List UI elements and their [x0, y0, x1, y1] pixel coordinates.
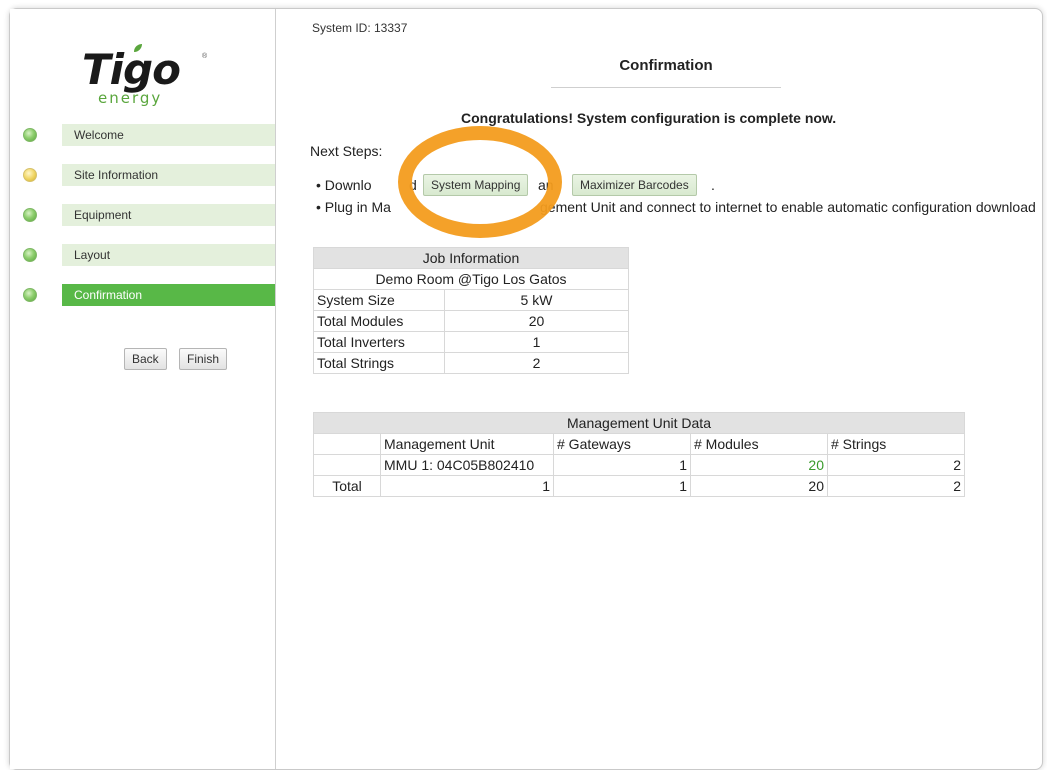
table-cell: 1: [380, 475, 554, 497]
page-title: Confirmation: [619, 57, 713, 74]
table-row: Total Modules 20: [313, 310, 629, 332]
mgmt-header: Management Unit Data: [313, 412, 965, 434]
job-info-table: Job Information Demo Room @Tigo Los Gato…: [313, 247, 629, 374]
status-dot-icon: [23, 208, 37, 222]
table-header-row: Management Unit # Gateways # Modules # S…: [313, 433, 965, 455]
logo-wordmark: Tigo: [82, 45, 181, 94]
registered-mark: ®: [202, 53, 208, 60]
title-divider: [551, 87, 781, 88]
row-label: Total Inverters: [313, 331, 445, 353]
nav-item-label: Layout: [62, 244, 275, 266]
column-header: [313, 433, 381, 455]
system-id: System ID: 13337: [312, 21, 408, 35]
next-steps-label: Next Steps:: [310, 143, 383, 159]
back-button[interactable]: Back: [124, 348, 167, 370]
system-mapping-button[interactable]: System Mapping: [423, 174, 529, 196]
nav-item-label: Equipment: [62, 204, 275, 226]
row-value: 20: [444, 310, 629, 332]
table-row: System Size 5 kW: [313, 289, 629, 311]
step2-prefix: • Plug in Ma: [316, 199, 391, 215]
status-dot-icon: [23, 168, 37, 182]
row-label: Total Modules: [313, 310, 445, 332]
column-header: # Gateways: [553, 433, 691, 455]
nav-item-equipment[interactable]: Equipment: [10, 204, 275, 226]
table-cell: Total: [313, 475, 381, 497]
row-value: 5 kW: [444, 289, 629, 311]
row-label: Total Strings: [313, 352, 445, 374]
maximizer-barcodes-button[interactable]: Maximizer Barcodes: [572, 174, 697, 196]
column-header: # Strings: [827, 433, 965, 455]
nav-item-confirmation[interactable]: Confirmation: [10, 284, 275, 306]
status-dot-icon: [23, 128, 37, 142]
table-row: MMU 1: 04C05B802410 1 20 2: [313, 454, 965, 476]
table-row: Total Inverters 1: [313, 331, 629, 353]
table-cell: [313, 454, 381, 476]
nav-item-welcome[interactable]: Welcome: [10, 124, 275, 146]
table-cell: 1: [553, 454, 691, 476]
column-header: # Modules: [690, 433, 828, 455]
congrats-message: Congratulations! System configuration is…: [461, 110, 837, 126]
nav-item-layout[interactable]: Layout: [10, 244, 275, 266]
status-dot-icon: [23, 288, 37, 302]
column-header: Management Unit: [380, 433, 554, 455]
row-value: 1: [444, 331, 629, 353]
table-cell: 20: [690, 475, 828, 497]
tigo-logo: Tigo ® energy: [82, 44, 207, 107]
nav-item-site-information[interactable]: Site Information: [10, 164, 275, 186]
table-cell: MMU 1: 04C05B802410: [380, 454, 554, 476]
nav-item-label: Welcome: [62, 124, 275, 146]
sidebar: Tigo ® energy: [10, 9, 276, 769]
modules-link[interactable]: 20: [690, 454, 828, 476]
step1-prefix: • Downlo: [316, 177, 372, 193]
nav-item-label: Site Information: [62, 164, 275, 186]
leaf-icon: [134, 44, 142, 52]
status-dot-icon: [23, 248, 37, 262]
row-value: 2: [444, 352, 629, 374]
step1-suffix: .: [711, 177, 715, 193]
table-row: Total 1 1 20 2: [313, 475, 965, 497]
management-unit-table: Management Unit Data Management Unit # G…: [313, 412, 965, 497]
step2-suffix: gement Unit and connect to internet to e…: [540, 199, 1036, 215]
job-name: Demo Room @Tigo Los Gatos: [313, 268, 629, 290]
nav-item-label: Confirmation: [62, 284, 275, 306]
row-label: System Size: [313, 289, 445, 311]
job-info-header: Job Information: [313, 247, 629, 269]
table-row: Total Strings 2: [313, 352, 629, 374]
table-cell: 1: [553, 475, 691, 497]
table-cell: 2: [827, 475, 965, 497]
step1-partial: d: [409, 177, 417, 193]
finish-button[interactable]: Finish: [179, 348, 228, 370]
step1-and: an: [538, 177, 554, 193]
logo-subtitle: energy: [98, 89, 163, 107]
table-cell: 2: [827, 454, 965, 476]
